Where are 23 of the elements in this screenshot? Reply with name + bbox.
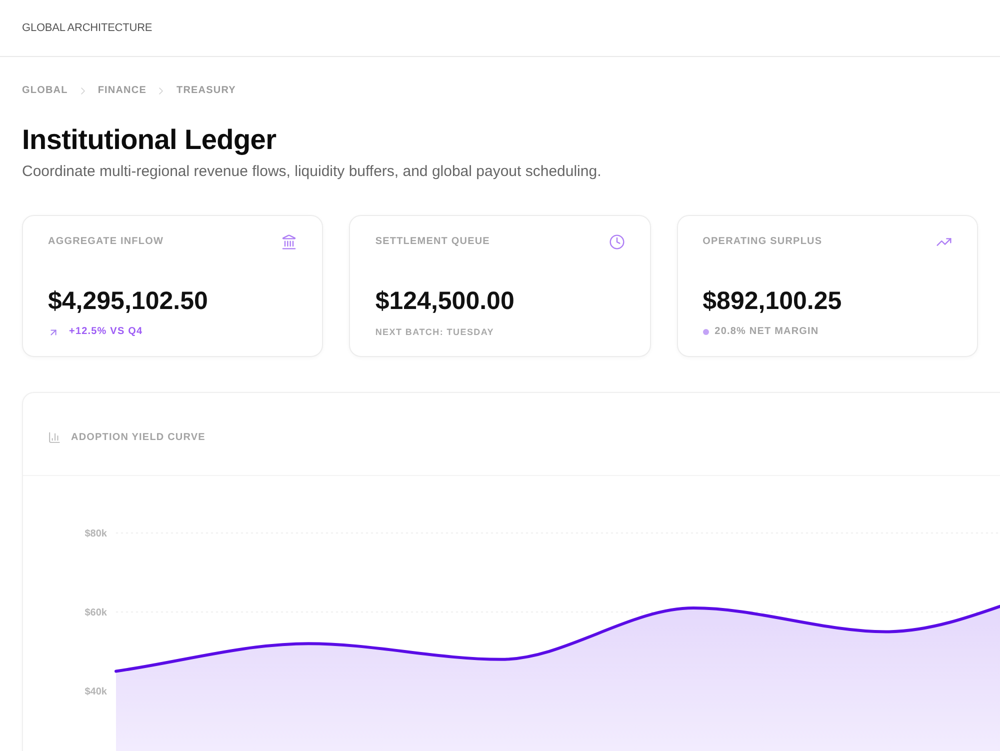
y-axis-label: $80k	[84, 528, 107, 540]
y-axis-label: $40k	[84, 686, 107, 698]
breadcrumb-link[interactable]: GLOBAL	[22, 84, 68, 98]
arrow-up-right-icon	[48, 326, 59, 338]
metric-label: AGGREGATE INFLOW	[48, 235, 164, 249]
metric-note: NEXT BATCH: TUESDAY	[375, 326, 494, 339]
metric-note: +12.5% VS Q4	[69, 325, 143, 339]
clock-icon	[608, 234, 625, 250]
metric-value: $892,100.25	[702, 286, 843, 316]
bar-chart-icon	[48, 431, 61, 444]
app-title: GLOBAL ARCHITECTURE	[22, 20, 152, 36]
metric-label: OPERATING SURPLUS	[702, 235, 822, 249]
metric-label: SETTLEMENT QUEUE	[375, 235, 490, 249]
page-subtitle: Coordinate multi-regional revenue flows, liquidity buffers, and global payout scheduling.	[22, 162, 602, 182]
metric-value: $4,295,102.50	[48, 286, 209, 316]
bank-icon	[281, 234, 298, 250]
metric-note: 20.8% NET MARGIN	[714, 325, 819, 339]
metric-value: $124,500.00	[375, 286, 516, 316]
breadcrumb-link[interactable]: TREASURY	[176, 84, 236, 98]
chart-title: ADOPTION YIELD CURVE	[71, 430, 206, 444]
breadcrumb-link[interactable]: FINANCE	[98, 84, 146, 98]
y-axis-label: $60k	[84, 608, 107, 618]
page-title: Institutional Ledger	[22, 123, 278, 157]
